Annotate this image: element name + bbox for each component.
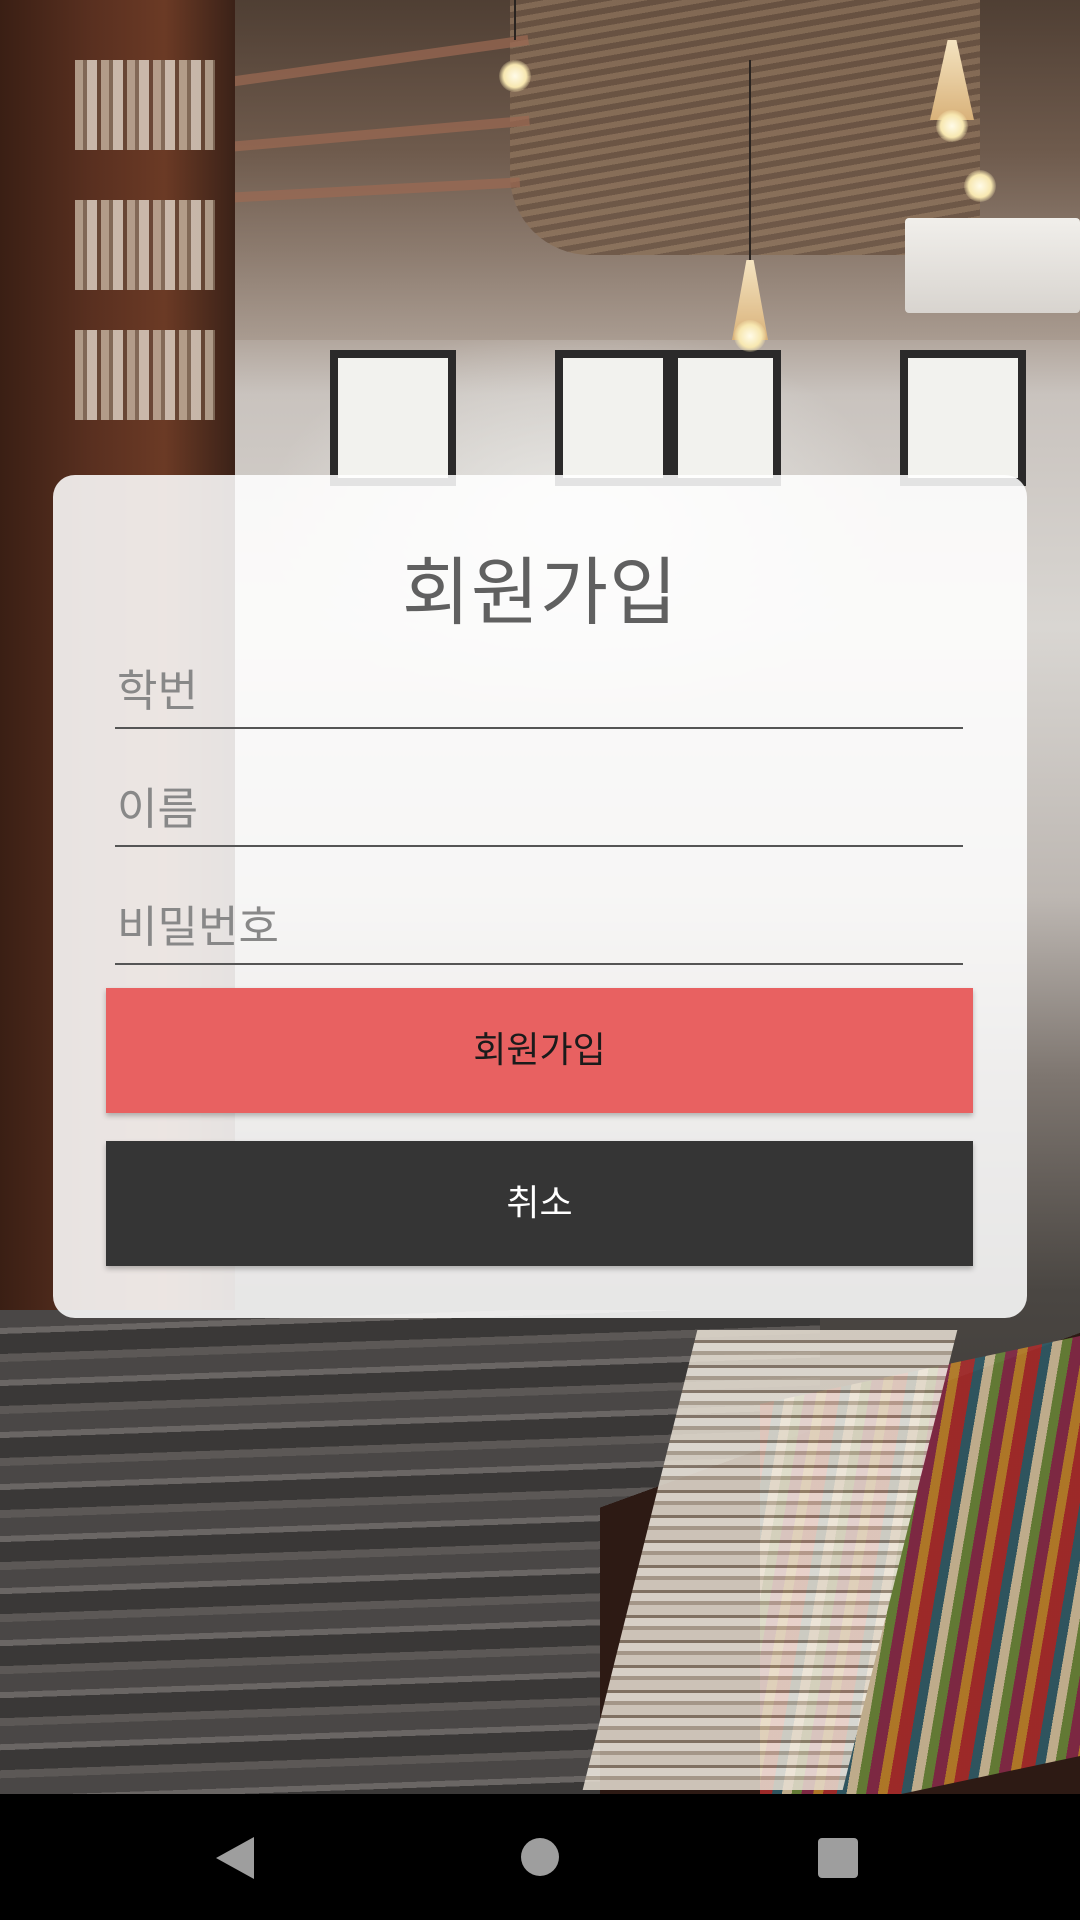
recent-apps-icon[interactable]	[818, 1838, 858, 1878]
home-icon[interactable]	[521, 1838, 559, 1876]
background-lamp-cord	[749, 60, 751, 260]
background-lamp-cord	[514, 0, 516, 40]
background-window	[330, 350, 456, 486]
student-id-field-container	[115, 655, 967, 729]
password-field-container	[115, 891, 967, 965]
name-input[interactable]	[115, 773, 967, 845]
background-books	[75, 330, 215, 420]
background-window	[670, 350, 781, 486]
background-books	[75, 200, 215, 290]
background-lamp-bulb	[936, 110, 968, 142]
background-window	[555, 350, 671, 486]
background-lamp-bulb	[734, 320, 766, 352]
student-id-input[interactable]	[115, 655, 967, 727]
background-air-conditioner	[905, 218, 1080, 313]
signup-card: 회원가입 회원가입 취소	[53, 475, 1027, 1318]
navigation-bar	[0, 1794, 1080, 1920]
background-lamp-bulb	[964, 170, 996, 202]
signup-button[interactable]: 회원가입	[106, 988, 973, 1113]
back-icon[interactable]	[216, 1837, 254, 1879]
cancel-button[interactable]: 취소	[106, 1141, 973, 1266]
signup-title: 회원가입	[401, 550, 679, 636]
name-field-container	[115, 773, 967, 847]
background-window	[900, 350, 1026, 486]
background-lamp-bulb	[499, 60, 531, 92]
password-input[interactable]	[115, 891, 967, 963]
background-books	[75, 60, 215, 150]
background-ceiling-net	[510, 0, 980, 255]
